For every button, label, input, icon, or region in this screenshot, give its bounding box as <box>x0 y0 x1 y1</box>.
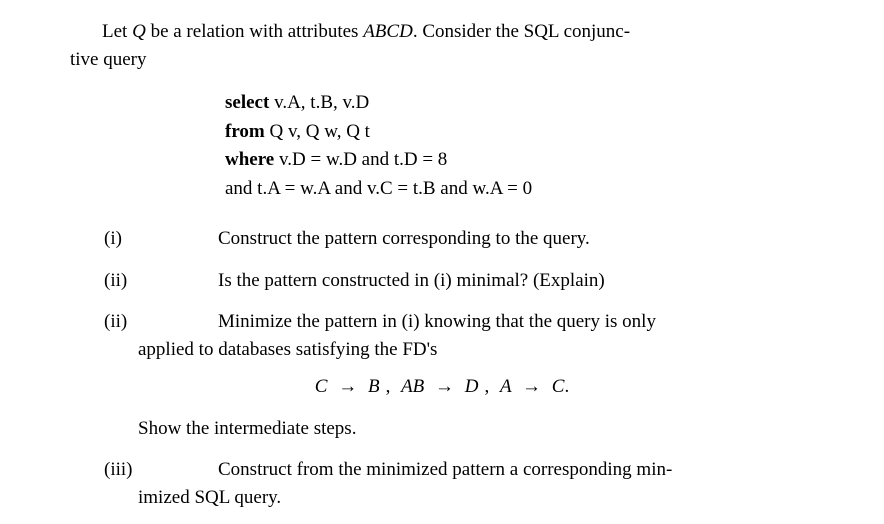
item-body: Is the pattern constructed in (i) minima… <box>188 267 814 295</box>
item-label: (iii) <box>70 456 188 484</box>
comma: , <box>380 376 402 397</box>
text: Let <box>102 21 132 42</box>
intro-line2: tive query <box>70 46 814 74</box>
query-where-line: where v.D = w.D and t.D = 8 <box>225 146 814 175</box>
text: be a relation with attributes <box>146 21 363 42</box>
item-label: (ii) <box>70 267 188 295</box>
arrow-icon: → <box>429 376 460 397</box>
fd-b: B <box>368 376 380 397</box>
item-label: (i) <box>70 225 188 253</box>
text: . Consider the SQL conjunc- <box>413 21 630 42</box>
intro-line1: Let Q be a relation with attributes ABCD… <box>70 18 814 46</box>
comma: , <box>479 376 501 397</box>
select-keyword: select <box>225 92 269 113</box>
item-ii: (ii) Is the pattern constructed in (i) m… <box>70 267 814 295</box>
fd-d: D <box>465 376 479 397</box>
fd-c: C <box>315 376 328 397</box>
query-from-line: from Q v, Q w, Q t <box>225 118 814 147</box>
sql-query-block: select v.A, t.B, v.D from Q v, Q w, Q t … <box>225 89 814 203</box>
item-ii2: (ii) Minimize the pattern in (i) knowing… <box>70 308 814 363</box>
period: . <box>564 376 569 397</box>
from-args: Q v, Q w, Q t <box>265 121 370 142</box>
item-iii: (iii) Construct from the minimized patte… <box>70 456 814 511</box>
item-i: (i) Construct the pattern corresponding … <box>70 225 814 253</box>
fd-a: A <box>500 376 511 397</box>
var-abcd: ABCD <box>363 21 413 42</box>
item-body-line1: Construct from the minimized pattern a c… <box>188 456 814 484</box>
item-body-line1: Minimize the pattern in (i) knowing that… <box>188 308 814 336</box>
fd-ab: AB <box>401 376 424 397</box>
arrow-icon: → <box>516 376 547 397</box>
from-keyword: from <box>225 121 265 142</box>
intro-paragraph: Let Q be a relation with attributes ABCD… <box>70 18 814 73</box>
item-body-line2: applied to databases satisfying the FD's <box>138 336 814 364</box>
item-body: Construct the pattern corresponding to t… <box>188 225 814 253</box>
show-steps-text: Show the intermediate steps. <box>138 415 814 443</box>
item-label: (ii) <box>70 308 188 336</box>
arrow-icon: → <box>332 376 363 397</box>
where-args: v.D = w.D and t.D = 8 <box>274 149 447 170</box>
query-select-line: select v.A, t.B, v.D <box>225 89 814 118</box>
fd-equation: C → B, AB → D, A → C. <box>70 373 814 401</box>
where-keyword: where <box>225 149 274 170</box>
query-and-line: and t.A = w.A and v.C = t.B and w.A = 0 <box>225 175 814 204</box>
select-args: v.A, t.B, v.D <box>269 92 369 113</box>
item-body-line2: imized SQL query. <box>138 484 814 512</box>
var-q: Q <box>132 21 146 42</box>
fd-c2: C <box>552 376 565 397</box>
